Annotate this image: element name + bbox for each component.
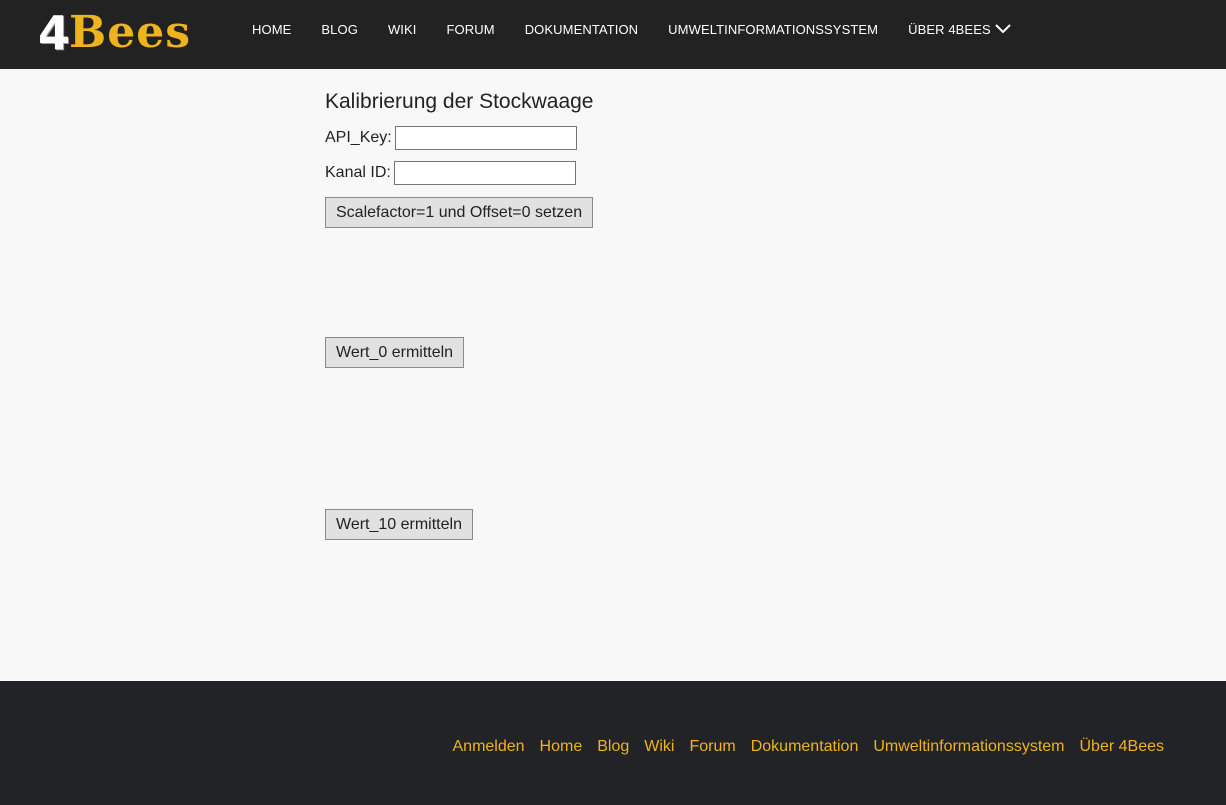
footer-nav: Anmelden Home Blog Wiki Forum Dokumentat… [438, 738, 1165, 756]
site-footer: Anmelden Home Blog Wiki Forum Dokumentat… [0, 681, 1226, 805]
logo-number: 4 [38, 6, 70, 60]
api-key-row: API_Key: [325, 126, 577, 150]
kanal-id-label: Kanal ID: [325, 164, 391, 181]
nav-dokumentation[interactable]: DOKUMENTATION [525, 22, 638, 37]
footer-link-dokumentation[interactable]: Dokumentation [751, 738, 859, 756]
nav-wiki[interactable]: WIKI [388, 22, 417, 37]
main-nav: HOME BLOG WIKI FORUM DOKUMENTATION UMWEL… [252, 0, 1011, 58]
nav-ueber-4bees[interactable]: ÜBER 4BEES [908, 22, 1011, 37]
nav-blog[interactable]: BLOG [321, 22, 358, 37]
footer-link-home[interactable]: Home [540, 738, 583, 756]
site-logo[interactable]: 4 Bees [38, 6, 191, 60]
footer-link-wiki[interactable]: Wiki [644, 738, 674, 756]
measure-wert10-button[interactable]: Wert_10 ermitteln [325, 509, 473, 540]
nav-forum[interactable]: FORUM [447, 22, 495, 37]
footer-link-blog[interactable]: Blog [597, 738, 629, 756]
measure-wert0-button[interactable]: Wert_0 ermitteln [325, 337, 465, 368]
reset-scale-offset-button[interactable]: Scalefactor=1 und Offset=0 setzen [325, 197, 594, 228]
kanal-id-row: Kanal ID: [325, 161, 576, 185]
footer-link-ueber-4bees[interactable]: Über 4Bees [1080, 738, 1165, 756]
api-key-input[interactable] [394, 126, 577, 150]
page-title: Kalibrierung der Stockwaage [325, 90, 594, 113]
nav-ueber-4bees-label: ÜBER 4BEES [908, 21, 991, 37]
footer-link-umweltinformationssystem[interactable]: Umweltinformationssystem [873, 738, 1064, 756]
kanal-id-input[interactable] [393, 161, 576, 185]
nav-umweltinformationssystem[interactable]: UMWELTINFORMATIONSSYSTEM [668, 22, 878, 37]
chevron-down-icon[interactable] [995, 24, 1011, 34]
nav-home[interactable]: HOME [252, 22, 291, 37]
api-key-label: API_Key: [325, 129, 392, 146]
logo-word: Bees [69, 7, 191, 58]
top-navigation-bar: 4 Bees HOME BLOG WIKI FORUM DOKUMENTATIO… [0, 0, 1226, 69]
footer-link-anmelden[interactable]: Anmelden [453, 738, 525, 756]
footer-link-forum[interactable]: Forum [689, 738, 735, 756]
